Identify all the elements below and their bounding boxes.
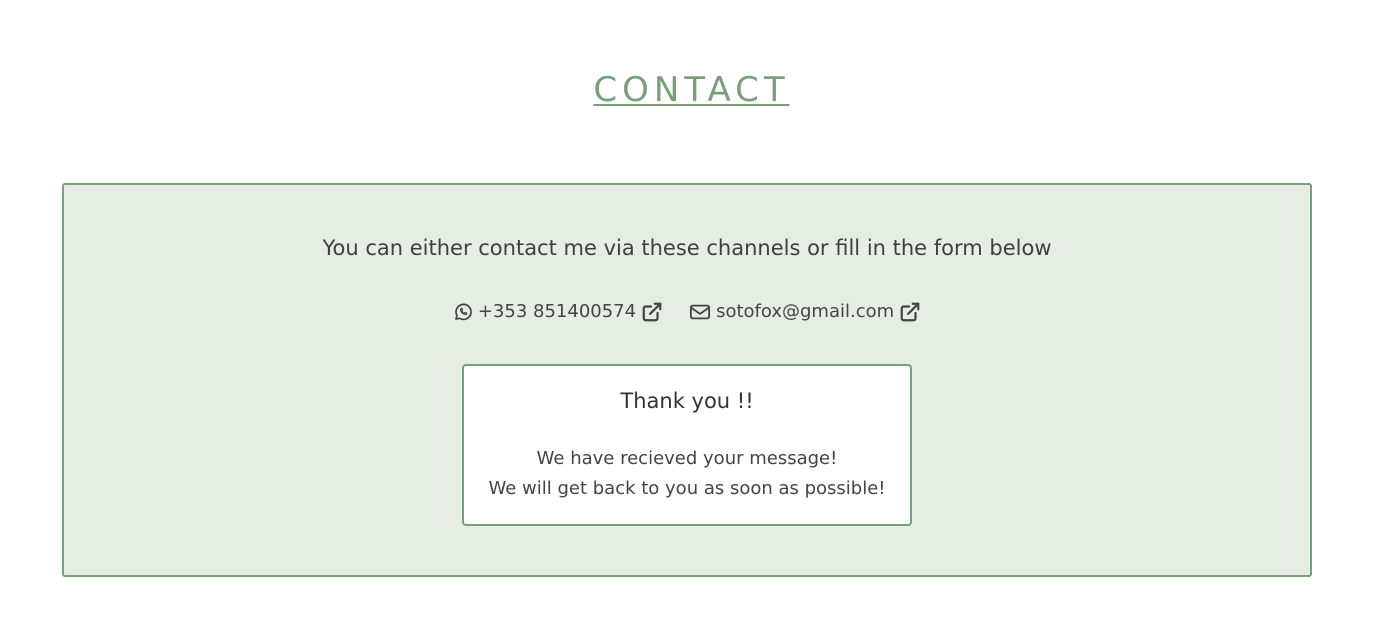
envelope-icon: [689, 302, 711, 322]
external-link-icon: [641, 301, 663, 323]
whatsapp-link[interactable]: +353 851400574: [453, 299, 663, 325]
email-address: sotofox@gmail.com: [716, 301, 895, 322]
email-link[interactable]: sotofox@gmail.com: [689, 299, 921, 325]
contact-channels: +353 851400574 sotofox@gmail.com: [64, 299, 1310, 325]
page: CONTACT You can either contact me via th…: [0, 0, 1383, 632]
confirmation-message-line-2: We will get back to you as soon as possi…: [488, 478, 886, 499]
page-title: CONTACT: [0, 68, 1383, 112]
phone-number: +353 851400574: [477, 301, 637, 322]
contact-intro-text: You can either contact me via these chan…: [322, 236, 1052, 260]
contact-title-link[interactable]: CONTACT: [593, 70, 789, 110]
confirmation-card: Thank you !! We have recieved your messa…: [462, 364, 912, 526]
contact-panel: You can either contact me via these chan…: [62, 183, 1312, 577]
confirmation-title: Thank you !!: [620, 389, 754, 413]
confirmation-message-line-1: We have recieved your message!: [536, 448, 838, 469]
whatsapp-icon: [453, 302, 473, 322]
external-link-icon: [899, 301, 921, 323]
